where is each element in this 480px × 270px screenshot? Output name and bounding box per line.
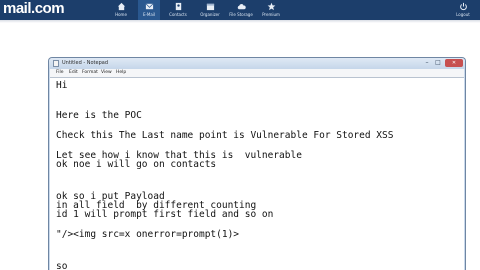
menu-bar: File Edit Format View Help (50, 69, 464, 77)
window-title: Untitled - Notepad (62, 60, 109, 66)
nav-home[interactable]: Home (110, 0, 132, 20)
editor-line: "/><img src=x onerror=prompt(1)> (56, 229, 240, 240)
nav-logout-label: Logout (456, 12, 470, 17)
nav-file-storage[interactable]: File Storage (227, 0, 255, 20)
nav-contacts-label: Contacts (169, 12, 187, 17)
menu-help[interactable]: Help (116, 69, 126, 77)
menu-edit[interactable]: Edit (69, 69, 78, 77)
contacts-icon (175, 2, 181, 11)
header-shadow (0, 20, 480, 23)
cloud-icon (237, 4, 246, 10)
editor-line: id 1 will prompt first field and so on (56, 209, 274, 220)
editor-line: Hi (56, 80, 68, 91)
notepad-icon (53, 60, 59, 67)
menu-file[interactable]: File (56, 69, 64, 77)
nav-organizer[interactable]: Organizer (197, 0, 223, 20)
editor-line: ok noe i will go on contacts (56, 159, 217, 170)
text-editor[interactable]: Hi Here is the POC Check this The Last n… (50, 77, 464, 270)
nav-premium[interactable]: Premium (259, 0, 283, 20)
nav-email[interactable]: E-Mail (138, 0, 160, 20)
nav-contacts[interactable]: Contacts (166, 0, 190, 20)
menu-format[interactable]: Format (82, 69, 98, 77)
close-button[interactable]: ✕ (445, 59, 463, 67)
mailcom-logo[interactable]: mail.com (3, 0, 65, 20)
site-header: mail.com Home E-Mail Contacts Organizer … (0, 0, 480, 20)
nav-organizer-label: Organizer (200, 12, 220, 17)
notepad-titlebar[interactable]: Untitled - Notepad – □ ✕ (49, 58, 465, 69)
notepad-window: Untitled - Notepad – □ ✕ File Edit Forma… (48, 57, 466, 270)
nav-logout[interactable]: Logout (452, 0, 474, 20)
star-icon (267, 2, 275, 11)
power-icon (459, 2, 467, 11)
menu-view[interactable]: View (101, 69, 112, 77)
editor-line: Here is the POC (56, 110, 142, 121)
minimize-button[interactable]: – (422, 59, 432, 67)
nav-home-label: Home (115, 12, 127, 17)
nav-premium-label: Premium (262, 12, 280, 17)
maximize-button[interactable]: □ (433, 59, 443, 67)
calendar-icon (206, 3, 214, 11)
editor-line: Check this The Last name point is Vulner… (56, 130, 394, 141)
nav-file-storage-label: File Storage (229, 12, 253, 17)
home-icon (117, 2, 125, 11)
nav-email-label: E-Mail (142, 12, 156, 17)
mail-icon (145, 3, 153, 10)
editor-line: so (56, 261, 68, 270)
